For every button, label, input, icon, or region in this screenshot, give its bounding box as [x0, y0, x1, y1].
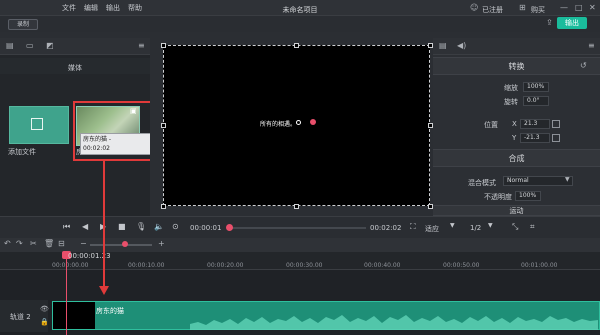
transform-title: 转换	[508, 62, 525, 71]
crop-icon[interactable]: ⌗	[530, 222, 535, 232]
tick-label: 00:00:50.00	[443, 262, 480, 269]
resize-handle[interactable]	[294, 204, 299, 209]
opacity-input[interactable]: 100%	[515, 191, 541, 201]
mic-icon[interactable]: 🎙	[136, 222, 146, 231]
x-label: X	[512, 120, 517, 128]
zoom-slider-handle[interactable]	[122, 241, 128, 247]
media-title: 媒体	[68, 64, 82, 72]
playhead-line	[66, 252, 67, 335]
audio-waveform	[190, 315, 598, 330]
y-input[interactable]: -21.3	[520, 133, 550, 143]
scrubber-handle[interactable]	[226, 224, 233, 231]
tick-label: 00:00:20.00	[207, 262, 244, 269]
preview-scrubber[interactable]	[228, 227, 366, 229]
tick-label: 00:00:00.00	[52, 262, 89, 269]
chevron-down-icon[interactable]: ▼	[565, 176, 570, 183]
buy-link[interactable]: 购买	[531, 5, 545, 15]
reset-transform-icon[interactable]: ↺	[580, 61, 587, 70]
blend-mode-label: 混合模式	[468, 179, 496, 187]
panel-menu-icon[interactable]: ≡	[138, 41, 145, 50]
minimize-icon[interactable]: —	[560, 3, 568, 12]
annotation-highlight	[73, 101, 157, 161]
registered-label[interactable]: 已注册	[482, 5, 503, 15]
audio-tab-icon[interactable]: ◀)	[457, 41, 466, 50]
undo-icon[interactable]: ↶	[4, 239, 11, 248]
selection-border	[163, 45, 430, 206]
scale-label: 缩放	[504, 84, 518, 92]
page-chevron-icon[interactable]: ▼	[488, 222, 493, 229]
zoom-out-icon[interactable]: −	[80, 239, 87, 248]
cart-small-icon: ⊞	[519, 3, 526, 12]
volume-icon[interactable]: 🔈	[154, 222, 164, 231]
resize-handle[interactable]	[161, 43, 166, 48]
lock-icon[interactable]: 🔒	[40, 318, 49, 326]
fullscreen-icon[interactable]: ⛶	[410, 222, 416, 232]
redo-icon[interactable]: ↷	[16, 239, 23, 248]
stop-icon[interactable]: ■	[118, 222, 126, 231]
media-tab-icon[interactable]: ▤	[6, 41, 14, 50]
split-icon[interactable]: ⊟	[58, 239, 65, 248]
annotation-arrow	[103, 161, 105, 289]
fit-select[interactable]: 适应	[425, 224, 439, 234]
add-file-label: 添加文件	[8, 148, 36, 156]
position-label: 位置	[484, 121, 498, 129]
user-icon: ☺	[470, 3, 479, 12]
fit-chevron-icon[interactable]: ▼	[450, 222, 455, 229]
clip-label: 房东的猫	[96, 307, 124, 315]
current-time: 00:00:01	[190, 224, 222, 232]
zoom-in-icon[interactable]: +	[158, 239, 165, 248]
expand-icon[interactable]: ⤡	[512, 222, 518, 232]
x-keyframe-icon[interactable]	[552, 120, 560, 128]
snapshot-icon[interactable]: ⊙	[172, 222, 179, 231]
clip-thumbnail	[53, 302, 95, 329]
media-tabs	[0, 38, 150, 55]
toolbar	[0, 16, 600, 32]
export-icon: ⇪	[546, 18, 553, 27]
tick-label: 00:00:30.00	[286, 262, 323, 269]
cut-icon[interactable]: ✂	[30, 239, 37, 248]
close-icon[interactable]: ✕	[589, 3, 596, 12]
tick-label: 00:00:40.00	[364, 262, 401, 269]
y-label: Y	[512, 134, 517, 142]
resize-handle[interactable]	[161, 123, 166, 128]
x-input[interactable]: 21.3	[520, 119, 550, 129]
window-title: 未命名项目	[282, 6, 318, 14]
motion-point[interactable]	[310, 119, 316, 125]
transition-tab-icon[interactable]: ◩	[46, 41, 54, 50]
text-tab-icon[interactable]: ▭	[26, 41, 34, 50]
add-file-icon	[31, 118, 43, 130]
scale-input[interactable]: 100%	[523, 82, 549, 92]
blend-mode-select[interactable]: Normal	[503, 176, 573, 186]
y-keyframe-icon[interactable]	[552, 134, 560, 142]
opacity-label: 不透明度	[484, 193, 512, 201]
visibility-icon[interactable]: 👁	[40, 305, 49, 313]
annotation-arrowhead	[99, 286, 109, 295]
rotate-input[interactable]: 0.0°	[523, 96, 549, 106]
zoom-slider[interactable]	[90, 244, 152, 246]
page-indicator: 1/2	[470, 224, 482, 232]
tick-label: 00:01:00.00	[521, 262, 558, 269]
step-back-icon[interactable]: ◀	[82, 222, 88, 231]
video-tab-icon[interactable]: ▤	[439, 41, 447, 50]
maximize-icon[interactable]: □	[575, 3, 583, 12]
anchor-point[interactable]	[296, 120, 301, 125]
total-time: 00:02:02	[370, 224, 402, 232]
export-button[interactable]: 输出	[557, 17, 587, 29]
motion-title: 运动	[509, 207, 524, 215]
track-label: 轨道 2	[10, 313, 31, 321]
delete-icon[interactable]: 🗑	[44, 239, 54, 248]
properties-menu-icon[interactable]: ≡	[588, 41, 595, 50]
tick-label: 00:00:10.00	[128, 262, 165, 269]
resize-handle[interactable]	[161, 204, 166, 209]
rotate-label: 旋转	[504, 98, 518, 106]
composite-title: 合成	[508, 154, 525, 163]
resize-handle[interactable]	[294, 43, 299, 48]
skip-back-icon[interactable]: ⏮	[63, 222, 70, 232]
subtitle-text[interactable]: 所有的相遇。	[260, 119, 296, 128]
record-button[interactable]: 录制	[8, 19, 38, 30]
